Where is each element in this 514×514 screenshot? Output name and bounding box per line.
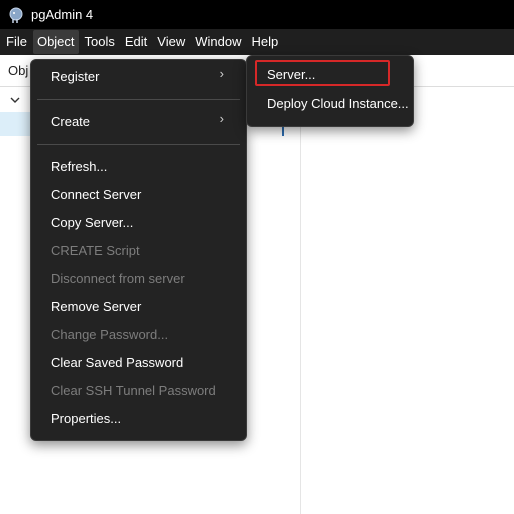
menu-object[interactable]: Object [32,30,79,54]
menu-edit[interactable]: Edit [121,30,151,54]
submenu-item-server[interactable]: Server... [267,64,315,86]
menu-item-remove-server[interactable]: Remove Server [51,296,141,318]
object-menu: Register › Create › Refresh... Connect S… [30,59,247,441]
menu-separator [37,99,240,100]
menu-item-change-password: Change Password... [51,327,169,342]
submenu-item-deploy-cloud-instance[interactable]: Deploy Cloud Instance... [267,93,409,115]
object-explorer-label: Obj [8,63,29,78]
menu-item-copy-server[interactable]: Copy Server... [51,212,133,234]
menu-item-register[interactable]: Register [51,66,99,88]
chevron-right-icon: › [219,66,224,81]
menu-item-refresh[interactable]: Refresh... [51,156,107,178]
chevron-down-icon[interactable] [9,94,21,109]
menu-item-clear-ssh-tunnel-password: Clear SSH Tunnel Password [51,383,216,398]
menu-item-connect-server[interactable]: Connect Server [51,184,141,206]
menu-item-clear-saved-password[interactable]: Clear Saved Password [51,352,183,374]
menu-item-properties[interactable]: Properties... [51,408,121,430]
title-bar: pgAdmin 4 [0,0,514,29]
menu-item-disconnect-server: Disconnect from server [51,271,185,286]
tree-node-servers[interactable] [0,92,30,110]
app-title: pgAdmin 4 [31,7,94,22]
register-submenu: Server... Deploy Cloud Instance... [246,55,414,127]
menu-view[interactable]: View [153,30,189,54]
menu-tools[interactable]: Tools [81,30,119,54]
menu-separator [37,144,240,145]
chevron-right-icon: › [219,111,224,126]
menu-help[interactable]: Help [248,30,283,54]
menu-file[interactable]: File [2,30,31,54]
tree-node-selected[interactable] [0,112,30,136]
menu-item-create-script: CREATE Script [51,243,140,258]
menu-window[interactable]: Window [191,30,245,54]
pgadmin-elephant-icon [7,6,25,24]
menu-bar: File Object Tools Edit View Window Help [0,29,514,55]
menu-item-create[interactable]: Create [51,111,90,133]
